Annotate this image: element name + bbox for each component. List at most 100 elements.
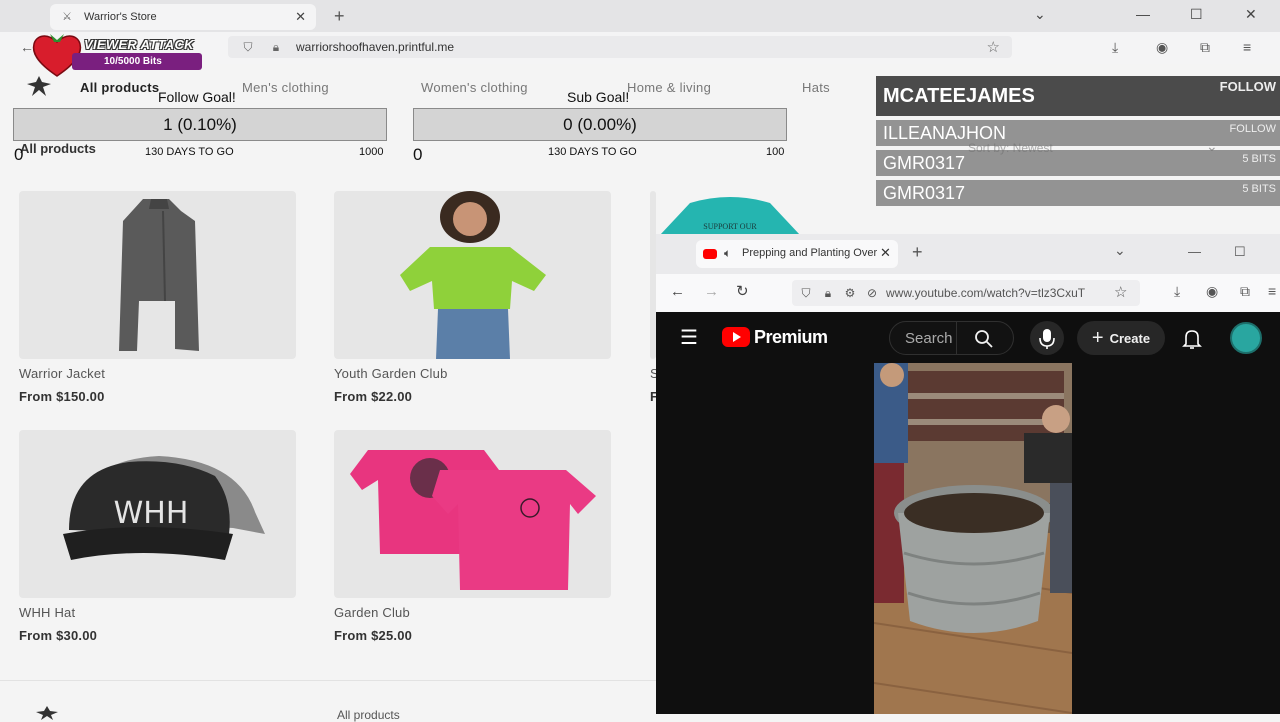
footer-divider xyxy=(0,680,656,681)
yt-back-icon[interactable]: ← xyxy=(670,283,685,300)
plus-icon: + xyxy=(1091,326,1104,349)
follow-goal-days: 130 DAYS TO GO xyxy=(145,146,234,158)
yt-browser-tab[interactable]: 🔈︎ Prepping and Planting Over ✕ xyxy=(696,240,898,268)
nav-all-products[interactable]: All products xyxy=(80,80,159,95)
product-image-warrior-jacket[interactable] xyxy=(19,191,296,359)
microphone-icon xyxy=(1039,329,1055,349)
browser-tab-store[interactable]: ⚔ Warrior's Store ✕ xyxy=(50,4,316,30)
hat-embroidery-text: WHH xyxy=(114,496,189,531)
yt-url-text: www.youtube.com/watch?v=tlz3CxuT xyxy=(886,286,1086,300)
follow-goal-value: 1 (0.10%) xyxy=(163,114,237,134)
yt-create-button[interactable]: + Create xyxy=(1077,321,1165,355)
product-name[interactable]: Garden Club xyxy=(334,605,410,620)
shirt-print-text: SUPPORT OUR xyxy=(703,222,757,231)
yt-voice-search-button[interactable] xyxy=(1030,321,1064,355)
sub-goal-value: 0 (0.00%) xyxy=(563,114,637,134)
teal-shirt-image[interactable]: SUPPORT OUR xyxy=(650,191,810,235)
event-row: ILLEANAJHON FOLLOW xyxy=(876,120,1280,146)
yt-account-icon[interactable]: ◉ xyxy=(1206,283,1218,300)
yt-address-bar[interactable]: ⛉ 🔒︎ ⚙ ⊘ www.youtube.com/watch?v=tlz3Cxu… xyxy=(792,280,1140,306)
yt-avatar[interactable] xyxy=(1230,322,1262,354)
shield-icon: ⛉ xyxy=(243,39,253,54)
browser-tab-title: Warrior's Store xyxy=(84,11,157,23)
address-bar[interactable]: ⛉ 🔒︎ warriorshoofhaven.printful.me ☆ xyxy=(228,36,1012,58)
tab-list-chevron-icon[interactable]: ⌄ xyxy=(1034,6,1046,23)
yt-search-placeholder: Search xyxy=(905,329,953,347)
yt-close-tab-icon[interactable]: ✕ xyxy=(880,245,891,261)
product-price: From $22.00 xyxy=(334,389,413,404)
section-title: All products xyxy=(20,141,96,156)
product-image-youth-garden-club[interactable] xyxy=(334,191,611,359)
yt-video-player[interactable] xyxy=(874,363,1072,714)
lock-icon: 🔒︎ xyxy=(272,39,280,54)
yt-autoplay-blocked-icon[interactable]: ⊘ xyxy=(864,286,880,300)
youtube-favicon-icon xyxy=(703,249,717,259)
yt-menu-icon[interactable]: ≡ xyxy=(1268,283,1276,299)
product-name[interactable]: Warrior Jacket xyxy=(19,366,105,381)
yt-search-input[interactable]: Search xyxy=(889,321,1014,355)
menu-icon[interactable]: ≡ xyxy=(1243,39,1251,55)
yt-minimize-icon[interactable]: — xyxy=(1188,244,1201,259)
product-name[interactable]: Youth Garden Club xyxy=(334,366,448,381)
event-username: ILLEANAJHON xyxy=(883,123,1007,143)
account-icon[interactable]: ◉ xyxy=(1156,39,1168,56)
recent-events-panel: MCATEEJAMES FOLLOW ILLEANAJHON FOLLOW GM… xyxy=(876,76,1280,210)
event-username: GMR0317 xyxy=(883,153,966,173)
nav-womens-clothing[interactable]: Women's clothing xyxy=(421,80,528,95)
follow-goal-start: 0 xyxy=(14,145,24,164)
follow-goal-bar: 1 (0.10%) xyxy=(13,108,387,141)
sub-goal-bar: 0 (0.00%) xyxy=(413,108,787,141)
sub-goal-target: 100 xyxy=(766,146,785,158)
event-type: 5 BITS xyxy=(1242,153,1276,165)
youtube-window: 🔈︎ Prepping and Planting Over ✕ + ⌄ — ☐ … xyxy=(656,234,1280,714)
yt-hamburger-icon[interactable]: ☰ xyxy=(680,325,698,350)
minimize-icon[interactable]: — xyxy=(1136,6,1150,22)
yt-extensions-icon[interactable]: ⧉ xyxy=(1240,283,1250,300)
store-favicon-icon: ⚔ xyxy=(62,11,72,23)
yt-new-tab-icon[interactable]: + xyxy=(912,242,923,263)
url-text: warriorshoofhaven.printful.me xyxy=(296,40,455,54)
speaker-icon[interactable]: 🔈︎ xyxy=(724,246,731,261)
viewer-attack-label: VIEWER ATTACK xyxy=(84,37,194,52)
close-window-icon[interactable]: ✕ xyxy=(1245,6,1257,23)
yt-lock-icon: 🔒︎ xyxy=(824,285,832,300)
download-icon[interactable]: ⤓ xyxy=(1112,39,1118,56)
event-type: 5 BITS xyxy=(1242,183,1276,195)
product-name[interactable]: WHH Hat xyxy=(19,605,75,620)
product-price: From $30.00 xyxy=(19,628,98,643)
follow-goal-target: 1000 xyxy=(359,146,384,158)
product-image-whh-hat[interactable]: WHH xyxy=(19,430,296,598)
yt-download-icon[interactable]: ⤓ xyxy=(1174,283,1180,300)
sub-goal-start: 0 xyxy=(413,145,423,164)
product-price: From $25.00 xyxy=(334,628,413,643)
yt-tab-list-icon[interactable]: ⌄ xyxy=(1114,242,1126,259)
yt-search-divider xyxy=(956,322,957,354)
nav-mens-clothing[interactable]: Men's clothing xyxy=(242,80,329,95)
extensions-icon[interactable]: ⧉ xyxy=(1200,39,1210,56)
sub-goal-title: Sub Goal! xyxy=(567,89,630,105)
yt-bookmark-star-icon[interactable]: ☆ xyxy=(1114,283,1127,301)
yt-premium-brand[interactable]: Premium xyxy=(754,327,828,348)
nav-hats[interactable]: Hats xyxy=(802,80,830,95)
event-username: MCATEEJAMES xyxy=(883,85,1035,107)
yt-forward-icon[interactable]: → xyxy=(704,283,719,300)
yt-maximize-icon[interactable]: ☐ xyxy=(1234,244,1246,260)
close-tab-icon[interactable]: ✕ xyxy=(295,9,306,25)
event-type: FOLLOW xyxy=(1229,123,1276,135)
yt-reload-icon[interactable]: ↻ xyxy=(736,282,749,300)
yt-create-label: Create xyxy=(1109,330,1151,346)
yt-permissions-icon[interactable]: ⚙ xyxy=(842,286,858,300)
bookmark-star-icon[interactable]: ☆ xyxy=(987,38,1000,56)
youtube-logo-icon[interactable] xyxy=(722,327,750,347)
event-type: FOLLOW xyxy=(1219,79,1276,94)
yt-notifications-bell-icon[interactable] xyxy=(1182,328,1202,350)
maximize-icon[interactable]: ☐ xyxy=(1190,6,1203,23)
yt-search-icon[interactable] xyxy=(974,329,994,349)
product-image-garden-club[interactable] xyxy=(334,430,611,598)
yt-shield-icon: ⛉ xyxy=(801,285,811,300)
footer-logo-icon[interactable] xyxy=(32,704,62,720)
viewer-attack-progress-text: 10/5000 Bits xyxy=(104,56,162,67)
event-row: GMR0317 5 BITS xyxy=(876,180,1280,206)
new-tab-icon[interactable]: + xyxy=(334,6,345,27)
nav-home-living[interactable]: Home & living xyxy=(627,80,711,95)
